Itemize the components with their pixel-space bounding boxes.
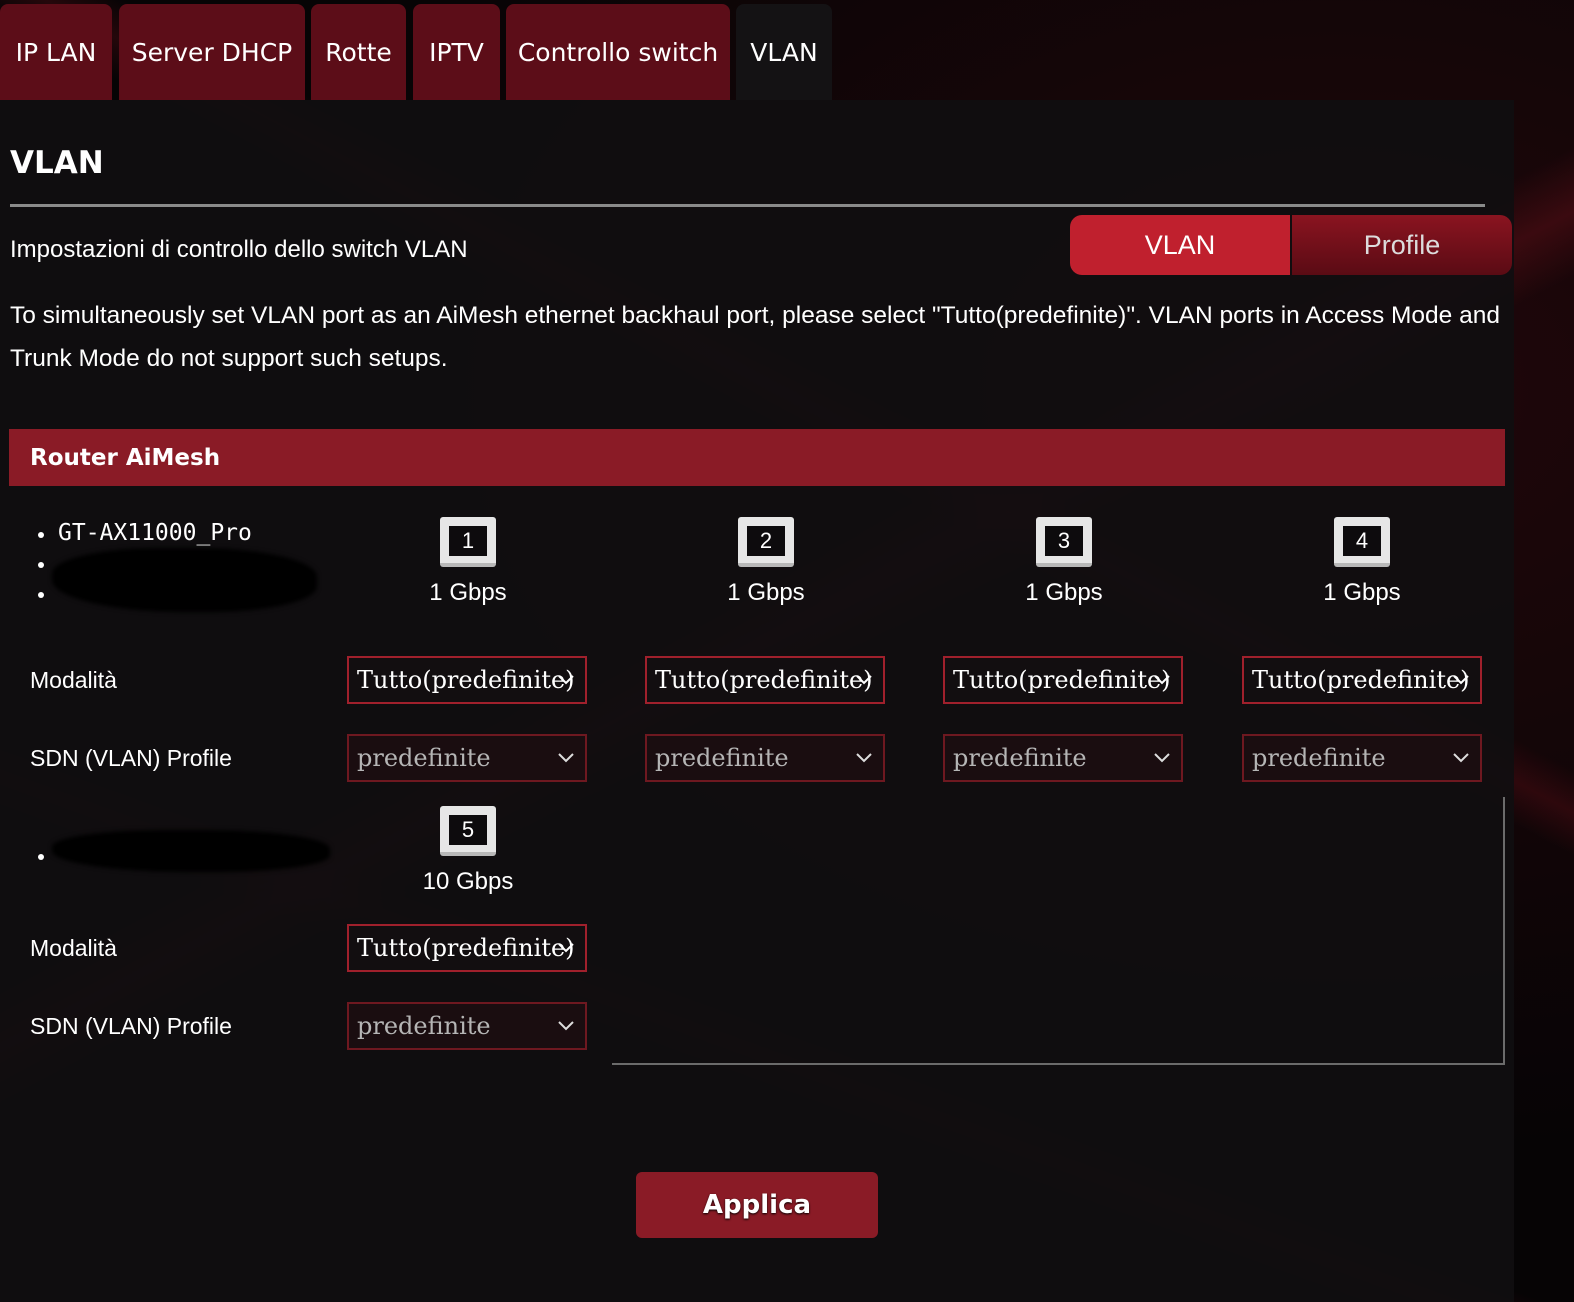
select-value: Tutto(predefinite) [953, 666, 1171, 694]
profile-label: SDN (VLAN) Profile [30, 1013, 232, 1039]
port-number: 5 [449, 815, 487, 845]
port-speed: 1 Gbps [429, 579, 507, 606]
chevron-down-icon [558, 753, 574, 763]
chevron-down-icon [856, 675, 872, 685]
tab-iptv[interactable]: IPTV [413, 4, 500, 100]
chevron-down-icon [856, 753, 872, 763]
profile-label: SDN (VLAN) Profile [30, 745, 232, 771]
select-value: Tutto(predefinite) [655, 666, 873, 694]
select-value: Tutto(predefinite) [357, 666, 575, 694]
profile-toggle-button[interactable]: Profile [1292, 215, 1512, 275]
chevron-down-icon [1453, 753, 1469, 763]
port-2-profile-select[interactable]: predefinite [645, 734, 885, 782]
mode-label: Modalità [30, 935, 117, 961]
select-value: Tutto(predefinite) [357, 934, 575, 962]
page-title: VLAN [10, 145, 104, 181]
port-speed: 1 Gbps [1323, 579, 1401, 606]
second-device-frame [612, 797, 1505, 1065]
port-number: 4 [1343, 526, 1381, 556]
redaction-mark [52, 548, 317, 612]
device-name: GT-AX11000_Pro [58, 520, 252, 546]
tab-server-dhcp[interactable]: Server DHCP [119, 4, 305, 100]
chevron-down-icon [558, 675, 574, 685]
port-number: 1 [449, 526, 487, 556]
port-2: 2 1 Gbps [691, 517, 841, 607]
mode-label: Modalità [30, 667, 117, 693]
port-speed: 1 Gbps [727, 579, 805, 606]
port-2-mode-select[interactable]: Tutto(predefinite) [645, 656, 885, 704]
chevron-down-icon [1453, 675, 1469, 685]
select-value: predefinite [357, 744, 491, 772]
port-1-profile-select[interactable]: predefinite [347, 734, 587, 782]
port-1: 1 1 Gbps [393, 517, 543, 607]
select-value: predefinite [953, 744, 1087, 772]
apply-button[interactable]: Applica [636, 1172, 878, 1238]
select-value: predefinite [1252, 744, 1386, 772]
tab-controllo-switch[interactable]: Controllo switch [506, 4, 730, 100]
page-subtitle: Impostazioni di controllo dello switch V… [10, 236, 468, 263]
ethernet-port-icon: 2 [738, 517, 794, 567]
select-value: Tutto(predefinite) [1252, 666, 1470, 694]
port-5: 5 10 Gbps [393, 806, 543, 896]
chevron-down-icon [1154, 753, 1170, 763]
chevron-down-icon [558, 943, 574, 953]
redaction-mark [52, 830, 330, 872]
select-value: predefinite [357, 1012, 491, 1040]
port-5-mode-select[interactable]: Tutto(predefinite) [347, 924, 587, 972]
ethernet-port-icon: 1 [440, 517, 496, 567]
list-item: GT-AX11000_Pro [30, 518, 252, 548]
ethernet-port-icon: 5 [440, 806, 496, 856]
port-4: 4 1 Gbps [1287, 517, 1437, 607]
chevron-down-icon [558, 1021, 574, 1031]
notice-text: To simultaneously set VLAN port as an Ai… [10, 302, 1500, 372]
section-header: Router AiMesh [9, 429, 1505, 486]
port-speed: 10 Gbps [422, 868, 514, 895]
tab-ip-lan[interactable]: IP LAN [0, 4, 112, 100]
port-4-profile-select[interactable]: predefinite [1242, 734, 1482, 782]
port-1-mode-select[interactable]: Tutto(predefinite) [347, 656, 587, 704]
port-3-profile-select[interactable]: predefinite [943, 734, 1183, 782]
port-4-mode-select[interactable]: Tutto(predefinite) [1242, 656, 1482, 704]
port-3: 3 1 Gbps [989, 517, 1139, 607]
port-3-mode-select[interactable]: Tutto(predefinite) [943, 656, 1183, 704]
select-value: predefinite [655, 744, 789, 772]
port-speed: 1 Gbps [1025, 579, 1103, 606]
ethernet-port-icon: 3 [1036, 517, 1092, 567]
tab-vlan[interactable]: VLAN [736, 4, 832, 100]
port-5-profile-select[interactable]: predefinite [347, 1002, 587, 1050]
section-title: Router AiMesh [30, 444, 221, 471]
port-number: 2 [747, 526, 785, 556]
port-number: 3 [1045, 526, 1083, 556]
chevron-down-icon [1154, 675, 1170, 685]
tab-rotte[interactable]: Rotte [311, 4, 406, 100]
title-divider [10, 204, 1485, 207]
vlan-toggle-button[interactable]: VLAN [1070, 215, 1290, 275]
ethernet-port-icon: 4 [1334, 517, 1390, 567]
